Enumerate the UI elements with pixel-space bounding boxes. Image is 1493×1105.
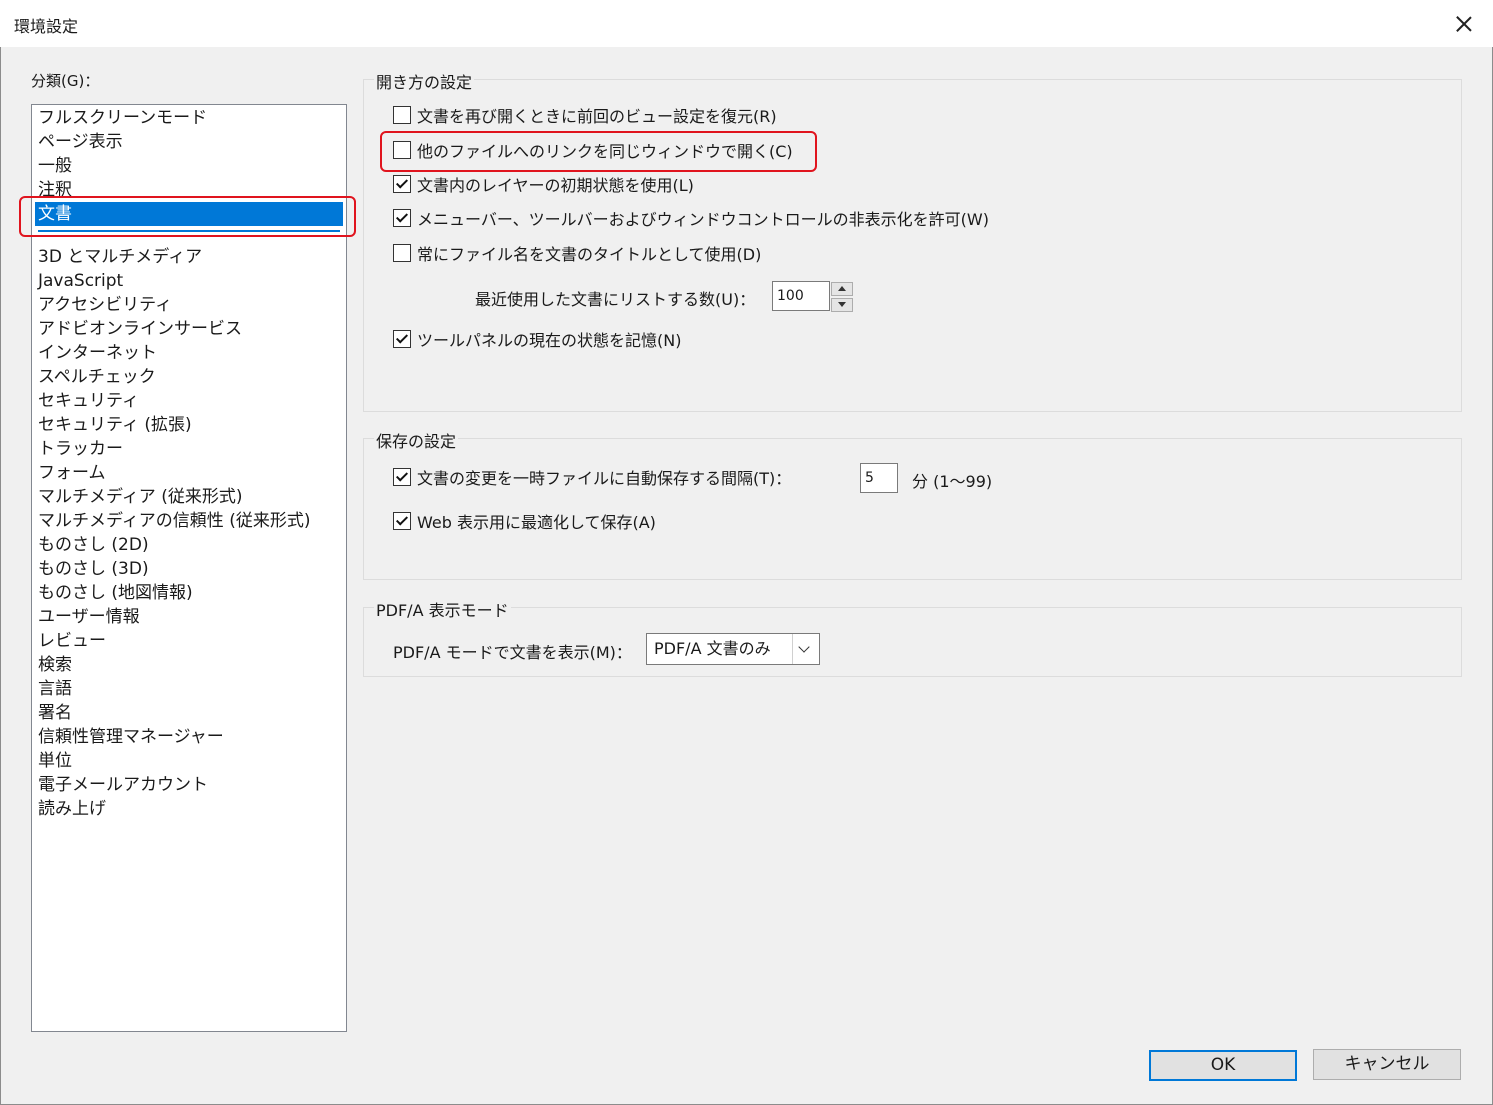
- highlight-same-window: [380, 131, 817, 172]
- category-item[interactable]: セキュリティ (拡張): [32, 413, 346, 437]
- web-optimize-label: Web 表示用に最適化して保存(A): [417, 513, 656, 532]
- category-item[interactable]: 電子メールアカウント: [32, 773, 346, 797]
- title-bar: 環境設定: [0, 0, 1493, 47]
- category-item[interactable]: 言語: [32, 677, 346, 701]
- allow-hide-checkbox[interactable]: メニューバー、ツールバーおよびウィンドウコントロールの非表示化を許可(W): [393, 207, 989, 229]
- recent-count-input[interactable]: 100: [772, 281, 830, 311]
- filename-title-label: 常にファイル名を文書のタイトルとして使用(D): [417, 245, 762, 264]
- category-item[interactable]: インターネット: [32, 341, 346, 365]
- category-item[interactable]: フルスクリーンモード: [32, 106, 346, 130]
- checkbox-checked-icon[interactable]: [393, 468, 411, 486]
- pdfa-mode-value: PDF/A 文書のみ: [654, 639, 771, 658]
- category-list[interactable]: フルスクリーンモード ページ表示 一般 注釈 文書 3D とマルチメディア Ja…: [31, 104, 347, 1032]
- checkbox-checked-icon[interactable]: [393, 175, 411, 193]
- category-item[interactable]: セキュリティ: [32, 389, 346, 413]
- checkbox-icon[interactable]: [393, 244, 411, 262]
- allow-hide-label: メニューバー、ツールバーおよびウィンドウコントロールの非表示化を許可(W): [417, 210, 989, 229]
- category-item[interactable]: 読み上げ: [32, 797, 346, 821]
- category-item[interactable]: 単位: [32, 749, 346, 773]
- cancel-button[interactable]: キャンセル: [1313, 1049, 1461, 1080]
- recent-count-spinner[interactable]: [831, 282, 853, 312]
- category-item[interactable]: マルチメディアの信頼性 (従来形式): [32, 509, 346, 533]
- ok-button[interactable]: OK: [1149, 1050, 1297, 1081]
- category-item[interactable]: 署名: [32, 701, 346, 725]
- tool-panel-label: ツールパネルの現在の状態を記憶(N): [417, 331, 682, 350]
- category-item[interactable]: ものさし (2D): [32, 533, 346, 557]
- autosave-unit: 分 (1〜99): [912, 472, 993, 491]
- layer-state-label: 文書内のレイヤーの初期状態を使用(L): [417, 176, 694, 195]
- pdfa-title: PDF/A 表示モード: [374, 597, 511, 621]
- pdfa-mode-label: PDF/A モードで文書を表示(M)：: [393, 643, 632, 662]
- category-label: 分類(G)：: [31, 72, 100, 90]
- tool-panel-checkbox[interactable]: ツールパネルの現在の状態を記憶(N): [393, 328, 681, 350]
- checkbox-checked-icon[interactable]: [393, 209, 411, 227]
- open-settings-title: 開き方の設定: [374, 69, 475, 93]
- checkbox-checked-icon[interactable]: [393, 330, 411, 348]
- category-item[interactable]: ものさし (地図情報): [32, 581, 346, 605]
- category-item[interactable]: アクセシビリティ: [32, 293, 346, 317]
- filename-title-checkbox[interactable]: 常にファイル名を文書のタイトルとして使用(D): [393, 242, 761, 264]
- web-optimize-checkbox[interactable]: Web 表示用に最適化して保存(A): [393, 510, 656, 532]
- category-item[interactable]: 信頼性管理マネージャー: [32, 725, 346, 749]
- category-item[interactable]: スペルチェック: [32, 365, 346, 389]
- checkbox-icon[interactable]: [393, 106, 411, 124]
- category-item[interactable]: マルチメディア (従来形式): [32, 485, 346, 509]
- window-title: 環境設定: [14, 17, 79, 36]
- highlight-selected-category: [19, 196, 356, 237]
- category-item[interactable]: 3D とマルチメディア: [32, 245, 346, 269]
- category-item[interactable]: トラッカー: [32, 437, 346, 461]
- category-item[interactable]: 検索: [32, 653, 346, 677]
- pdfa-mode-select[interactable]: PDF/A 文書のみ: [646, 633, 820, 665]
- restore-view-checkbox[interactable]: 文書を再び開くときに前回のビュー設定を復元(R): [393, 104, 777, 126]
- save-settings-title: 保存の設定: [374, 428, 459, 452]
- category-item[interactable]: レビュー: [32, 629, 346, 653]
- chevron-down-icon[interactable]: [792, 634, 819, 664]
- category-item[interactable]: ユーザー情報: [32, 605, 346, 629]
- spin-down-icon[interactable]: [831, 298, 853, 312]
- close-icon[interactable]: [1449, 9, 1479, 39]
- category-item[interactable]: ページ表示: [32, 130, 346, 154]
- layer-state-checkbox[interactable]: 文書内のレイヤーの初期状態を使用(L): [393, 173, 694, 195]
- category-item[interactable]: ものさし (3D): [32, 557, 346, 581]
- category-item[interactable]: フォーム: [32, 461, 346, 485]
- autosave-label: 文書の変更を一時ファイルに自動保存する間隔(T)：: [417, 469, 792, 488]
- spin-up-icon[interactable]: [831, 282, 853, 296]
- category-item[interactable]: 一般: [32, 154, 346, 178]
- category-item[interactable]: アドビオンラインサービス: [32, 317, 346, 341]
- category-item[interactable]: JavaScript: [32, 269, 346, 293]
- checkbox-checked-icon[interactable]: [393, 512, 411, 530]
- restore-view-label: 文書を再び開くときに前回のビュー設定を復元(R): [417, 107, 777, 126]
- autosave-checkbox[interactable]: 文書の変更を一時ファイルに自動保存する間隔(T)：: [393, 466, 791, 488]
- recent-count-label: 最近使用した文書にリストする数(U)：: [475, 290, 756, 309]
- autosave-interval-input[interactable]: 5: [860, 463, 898, 493]
